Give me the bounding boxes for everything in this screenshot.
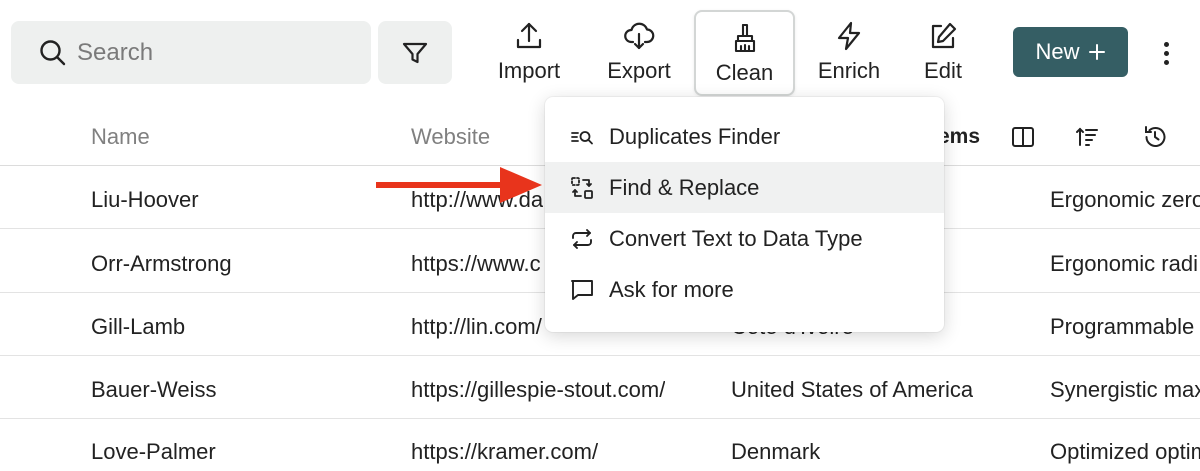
cell-description: Ergonomic zero [1050, 187, 1200, 212]
history-icon[interactable] [1142, 124, 1168, 150]
menu-item-find-replace[interactable]: Find & Replace [545, 162, 944, 213]
duplicates-search-icon [571, 130, 593, 144]
cell-website[interactable]: https://gillespie-stout.com/ [411, 377, 665, 403]
dot-icon [1163, 59, 1169, 65]
import-label: Import [497, 58, 561, 83]
import-button[interactable]: Import [488, 10, 570, 96]
cell-name: Orr-Armstrong [91, 251, 232, 276]
lightning-icon [837, 21, 861, 51]
dot-icon [1163, 41, 1169, 47]
filter-icon [402, 42, 428, 63]
column-header-website[interactable]: Website [411, 124, 490, 150]
cell-name: Bauer-Weiss [91, 377, 217, 402]
cell-name: Gill-Lamb [91, 314, 186, 339]
cell-website[interactable]: http://lin.com/ [411, 314, 542, 340]
plus-icon [1088, 44, 1105, 60]
clean-button[interactable]: Clean [694, 10, 795, 96]
dot-icon [1163, 50, 1169, 56]
broom-icon [734, 23, 755, 53]
menu-item-convert-text[interactable]: Convert Text to Data Type [545, 213, 944, 264]
sort-icon[interactable] [1074, 124, 1100, 150]
export-label: Export [607, 58, 671, 83]
column-header-name[interactable]: Name [91, 124, 150, 150]
annotation-arrow-icon [376, 167, 542, 203]
edit-label: Edit [924, 58, 962, 83]
cell-name: Liu-Hoover [91, 187, 199, 212]
new-button[interactable]: New [1013, 27, 1128, 77]
new-label: New [1035, 39, 1080, 64]
cell-description: Synergistic max [1050, 377, 1200, 402]
edit-button[interactable]: Edit [912, 10, 974, 96]
clean-dropdown-menu: Duplicates Finder Find & Replace Convert… [545, 97, 944, 332]
table-row[interactable]: Love-Palmer https://kramer.com/ Denmark … [0, 419, 1200, 471]
cloud-download-icon [624, 22, 655, 50]
menu-item-label: Find & Replace [609, 174, 760, 200]
cell-description: Programmable [1050, 314, 1195, 339]
export-button[interactable]: Export [598, 10, 680, 96]
cell-country: Denmark [731, 439, 821, 464]
menu-item-duplicates-finder[interactable]: Duplicates Finder [545, 111, 944, 162]
filter-button[interactable] [378, 21, 452, 84]
more-options-button[interactable] [1152, 36, 1180, 70]
cell-website[interactable]: https://kramer.com/ [411, 439, 598, 465]
chat-bubble-icon [571, 279, 593, 300]
menu-item-label: Ask for more [609, 276, 734, 302]
convert-arrows-icon [572, 228, 592, 249]
cell-description: Ergonomic radi [1050, 251, 1198, 276]
edit-icon [931, 22, 957, 49]
cell-website[interactable]: https://www.c [411, 251, 541, 277]
search-box[interactable] [11, 21, 371, 84]
table-row[interactable]: Bauer-Weiss https://gillespie-stout.com/… [0, 357, 1200, 419]
clean-label: Clean [715, 60, 774, 85]
menu-item-ask-for-more[interactable]: Ask for more [545, 264, 944, 315]
cell-country: United States of America [731, 377, 974, 402]
items-count-label: ems [938, 125, 981, 148]
search-icon [40, 40, 66, 66]
find-replace-icon [571, 176, 593, 199]
cell-description: Optimized optim [1050, 439, 1200, 464]
enrich-button[interactable]: Enrich [808, 10, 890, 96]
menu-item-label: Duplicates Finder [609, 123, 781, 149]
search-input[interactable] [77, 33, 357, 73]
enrich-label: Enrich [817, 58, 881, 83]
upload-icon [516, 22, 542, 49]
cell-name: Love-Palmer [91, 439, 216, 464]
columns-icon[interactable] [1010, 124, 1036, 150]
menu-item-label: Convert Text to Data Type [609, 225, 863, 251]
